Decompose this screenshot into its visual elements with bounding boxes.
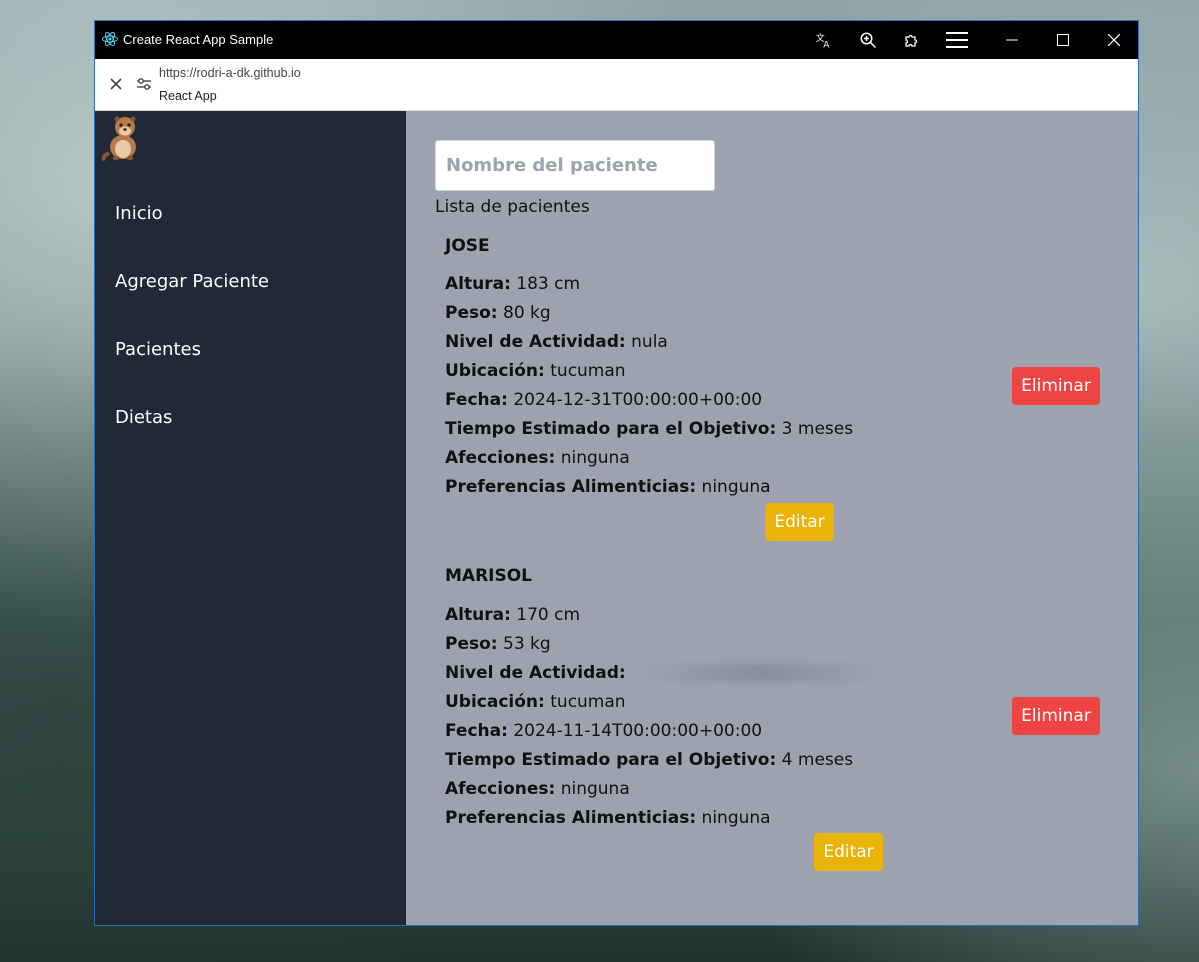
field-value: 4 meses bbox=[781, 750, 854, 770]
delete-button[interactable]: Eliminar bbox=[1012, 367, 1100, 405]
field-value: 3 meses bbox=[781, 419, 854, 439]
field-value: 2024-12-31T00:00:00+00:00 bbox=[513, 390, 763, 410]
field-preferencias: Preferencias Alimenticias: ninguna bbox=[445, 477, 771, 497]
field-value: 183 cm bbox=[516, 274, 581, 294]
field-label: Tiempo Estimado para el Objetivo: bbox=[445, 419, 777, 439]
field-label: Tiempo Estimado para el Objetivo: bbox=[445, 750, 777, 770]
patient-card: MARISOL Altura: 170 cm Peso: 53 kg Nivel… bbox=[445, 566, 1105, 886]
field-value: tucuman bbox=[550, 361, 626, 381]
field-label: Ubicación: bbox=[445, 692, 545, 712]
edit-button[interactable]: Editar bbox=[765, 503, 834, 541]
zoom-in-icon bbox=[860, 32, 877, 49]
field-label: Ubicación: bbox=[445, 361, 545, 381]
field-ubicacion: Ubicación: tucuman bbox=[445, 692, 626, 712]
field-value: nula bbox=[631, 332, 668, 352]
field-label: Preferencias Alimenticias: bbox=[445, 477, 697, 497]
field-label: Nivel de Actividad: bbox=[445, 332, 626, 352]
translate-icon: 文 A bbox=[816, 32, 831, 50]
field-value: 80 kg bbox=[503, 303, 551, 323]
field-afecciones: Afecciones: ninguna bbox=[445, 448, 630, 468]
patient-card: JOSE Altura: 183 cm Peso: 80 kg Nivel de… bbox=[445, 236, 1105, 546]
sidebar-item-pacientes[interactable]: Pacientes bbox=[115, 339, 201, 360]
field-value: 53 kg bbox=[503, 634, 551, 654]
field-value: 2024-11-14T00:00:00+00:00 bbox=[513, 721, 763, 741]
close-icon bbox=[1108, 34, 1120, 46]
field-altura: Altura: 170 cm bbox=[445, 605, 580, 625]
field-tiempo: Tiempo Estimado para el Objetivo: 3 mese… bbox=[445, 419, 853, 439]
field-label: Afecciones: bbox=[445, 779, 556, 799]
url-text[interactable]: https://rodri-a-dk.github.io bbox=[159, 66, 301, 80]
maximize-icon bbox=[1057, 34, 1069, 46]
field-label: Fecha: bbox=[445, 390, 508, 410]
minimize-button[interactable] bbox=[992, 21, 1032, 59]
patient-name: JOSE bbox=[445, 236, 490, 256]
title-bar: Create React App Sample 文 A bbox=[95, 21, 1138, 59]
page-title: React App bbox=[159, 89, 217, 103]
field-fecha: Fecha: 2024-12-31T00:00:00+00:00 bbox=[445, 390, 762, 410]
field-value: ninguna bbox=[560, 448, 630, 468]
maximize-button[interactable] bbox=[1043, 21, 1083, 59]
field-preferencias: Preferencias Alimenticias: ninguna bbox=[445, 808, 771, 828]
puzzle-icon bbox=[905, 34, 918, 47]
menu-button[interactable] bbox=[937, 21, 977, 59]
field-actividad: Nivel de Actividad: bbox=[445, 663, 892, 683]
field-label: Peso: bbox=[445, 303, 498, 323]
field-label: Nivel de Actividad: bbox=[445, 663, 626, 683]
minimize-icon bbox=[1006, 39, 1018, 41]
translate-button[interactable]: 文 A bbox=[804, 21, 844, 59]
field-value: ninguna bbox=[701, 808, 771, 828]
field-label: Fecha: bbox=[445, 721, 508, 741]
field-label: Altura: bbox=[445, 274, 511, 294]
sidebar-item-agregar-paciente[interactable]: Agregar Paciente bbox=[115, 271, 269, 292]
field-altura: Altura: 183 cm bbox=[445, 274, 580, 294]
list-title: Lista de pacientes bbox=[435, 197, 590, 217]
delete-button[interactable]: Eliminar bbox=[1012, 697, 1100, 735]
extensions-button[interactable] bbox=[892, 21, 932, 59]
field-peso: Peso: 80 kg bbox=[445, 303, 551, 323]
field-peso: Peso: 53 kg bbox=[445, 634, 551, 654]
sidebar-item-dietas[interactable]: Dietas bbox=[115, 407, 172, 428]
field-fecha: Fecha: 2024-11-14T00:00:00+00:00 bbox=[445, 721, 762, 741]
field-label: Afecciones: bbox=[445, 448, 556, 468]
tune-icon[interactable] bbox=[135, 75, 153, 93]
hamburger-menu-icon bbox=[946, 32, 968, 48]
field-value: ninguna bbox=[560, 779, 630, 799]
patient-name: MARISOL bbox=[445, 566, 533, 586]
otter-logo bbox=[101, 116, 136, 161]
sidebar-item-inicio[interactable]: Inicio bbox=[115, 203, 163, 224]
zoom-button[interactable] bbox=[848, 21, 888, 59]
field-ubicacion: Ubicación: tucuman bbox=[445, 361, 626, 381]
field-label: Preferencias Alimenticias: bbox=[445, 808, 697, 828]
search-input[interactable] bbox=[435, 140, 715, 191]
edit-button[interactable]: Editar bbox=[814, 833, 883, 871]
field-actividad: Nivel de Actividad: nula bbox=[445, 332, 668, 352]
browser-window: Create React App Sample 文 A https://rodr… bbox=[94, 20, 1139, 926]
window-title: Create React App Sample bbox=[123, 32, 274, 47]
svg-text:A: A bbox=[823, 41, 830, 50]
react-icon bbox=[102, 31, 118, 47]
field-label: Peso: bbox=[445, 634, 498, 654]
field-afecciones: Afecciones: ninguna bbox=[445, 779, 630, 799]
close-icon[interactable] bbox=[107, 75, 125, 93]
field-value: tucuman bbox=[550, 692, 626, 712]
field-tiempo: Tiempo Estimado para el Objetivo: 4 mese… bbox=[445, 750, 853, 770]
main-content: Lista de pacientes JOSE Altura: 183 cm P… bbox=[406, 111, 1138, 925]
redacted-value bbox=[631, 664, 892, 682]
close-button[interactable] bbox=[1094, 21, 1134, 59]
field-label: Altura: bbox=[445, 605, 511, 625]
field-value: ninguna bbox=[701, 477, 771, 497]
address-bar: https://rodri-a-dk.github.io React App bbox=[95, 59, 1138, 111]
sidebar: Inicio Agregar Paciente Pacientes Dietas bbox=[95, 111, 406, 925]
field-value: 170 cm bbox=[516, 605, 581, 625]
